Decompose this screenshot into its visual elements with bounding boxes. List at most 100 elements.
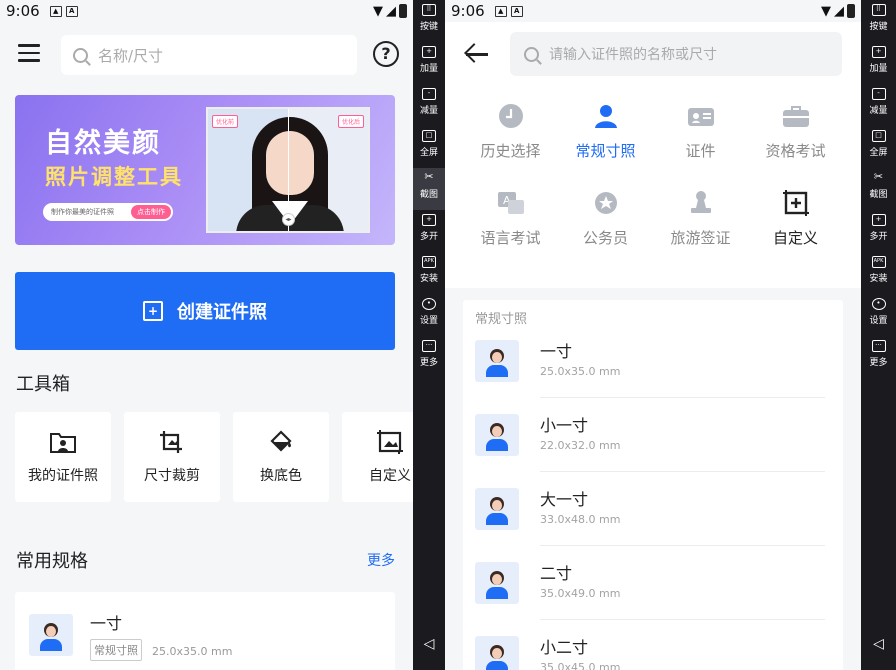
help-icon[interactable]: ? xyxy=(373,41,399,67)
multi-window-icon: + xyxy=(422,214,436,226)
avatar xyxy=(475,340,519,382)
banner-cta-button[interactable]: 点击制作 xyxy=(131,205,171,219)
sidebar-button-volume-down[interactable]: - 减量 xyxy=(861,84,896,126)
item-name: 二寸 xyxy=(540,564,573,583)
scissors-icon: ✂ xyxy=(873,170,884,183)
sidebar-button-more[interactable]: ··· 更多 xyxy=(861,336,896,378)
category-regular[interactable]: 常规寸照 xyxy=(558,102,653,161)
volume-up-icon: + xyxy=(422,46,436,58)
sidebar-button-screenshot[interactable]: ✂ 截图 xyxy=(413,168,445,210)
category-qualification[interactable]: 资格考试 xyxy=(748,102,843,161)
sidebar-button-fullscreen[interactable]: □ 全屏 xyxy=(413,126,445,168)
more-icon: ··· xyxy=(871,340,886,352)
banner-pill-text: 制作你最美的证件照 xyxy=(51,208,114,216)
tool-custom[interactable]: 自定义 xyxy=(342,412,413,502)
spec-tag: 常规寸照 xyxy=(90,639,142,661)
item-size: 35.0x49.0 mm xyxy=(540,587,621,600)
promo-banner[interactable]: 自然美颜 照片调整工具 制作你最美的证件照 点击制作 ◂▸ 优化前 优化后 xyxy=(15,95,395,245)
category-visa[interactable]: 旅游签证 xyxy=(653,189,748,248)
sidebar-button-multi[interactable]: + 多开 xyxy=(861,210,896,252)
battery-icon xyxy=(399,4,407,18)
more-link[interactable]: 更多 xyxy=(367,550,395,570)
signal-icon: ◢ xyxy=(386,3,396,19)
banner-title: 自然美颜 xyxy=(45,128,161,159)
item-name: 小一寸 xyxy=(540,416,589,435)
tag-after: 优化后 xyxy=(337,115,364,128)
avatar xyxy=(475,488,519,530)
toolbox-title: 工具箱 xyxy=(16,374,70,395)
status-time: 9:06 xyxy=(6,2,40,20)
top-bar: 名称/尺寸 ? xyxy=(0,34,413,76)
category-screen: 9:06 ▲ A ▼ ◢ 请输入证件照的名称或尺寸 历史选择 常规寸照 证件 资… xyxy=(445,0,861,670)
common-specs-title: 常用规格 xyxy=(16,551,88,572)
a-notification-icon: A xyxy=(65,5,78,17)
id-card-icon xyxy=(687,102,715,130)
sidebar-button-keys[interactable]: ⠿ 按键 xyxy=(413,0,445,42)
sidebar-button-volume-up[interactable]: + 加量 xyxy=(413,42,445,84)
keyboard-icon: ⠿ xyxy=(871,4,886,16)
tag-before: 优化前 xyxy=(212,115,239,128)
category-documents[interactable]: 证件 xyxy=(653,102,748,161)
apk-install-icon: APK xyxy=(422,256,436,268)
sidebar-button-volume-down[interactable]: - 减量 xyxy=(413,84,445,126)
category-language[interactable]: A 语言考试 xyxy=(463,189,558,248)
list-item[interactable]: 大一寸 33.0x48.0 mm xyxy=(475,472,825,546)
category-history[interactable]: 历史选择 xyxy=(463,102,558,161)
sidebar-button-multi[interactable]: + 多开 xyxy=(413,210,445,252)
wifi-icon: ▼ xyxy=(821,3,831,19)
menu-icon[interactable] xyxy=(18,44,40,62)
list-item[interactable]: 小一寸 22.0x32.0 mm xyxy=(475,398,825,472)
custom-frame-icon xyxy=(782,189,810,217)
search-icon xyxy=(73,47,88,63)
list-item[interactable]: 小二寸 35.0x45.0 mm xyxy=(475,620,825,670)
tool-my-photos[interactable]: 我的证件照 xyxy=(15,412,111,502)
sidebar-button-fullscreen[interactable]: □ 全屏 xyxy=(861,126,896,168)
create-button-label: 创建证件照 xyxy=(177,302,267,323)
briefcase-icon xyxy=(782,102,810,130)
avatar xyxy=(29,614,73,656)
sidebar-button-keys[interactable]: ⠿ 按键 xyxy=(861,0,896,42)
crop-icon xyxy=(158,429,186,455)
root: 9:06 ▲ A ▼ ◢ 名称/尺寸 ? 自然美颜 照片调整工具 制作你最美的证… xyxy=(0,0,896,670)
avatar xyxy=(475,414,519,456)
banner-pill: 制作你最美的证件照 点击制作 xyxy=(43,203,173,221)
list-item[interactable]: 二寸 35.0x49.0 mm xyxy=(475,546,825,620)
emulator-sidebar-right: ⠿ 按键 + 加量 - 减量 □ 全屏 ✂ 截图 + 多开 APK 安装 • 设置 ··· 更多 … xyxy=(861,0,896,670)
item-name: 一寸 xyxy=(540,342,573,361)
search-input[interactable]: 名称/尺寸 xyxy=(61,35,357,75)
back-arrow-icon[interactable] xyxy=(463,42,489,66)
back-triangle-icon[interactable]: ◁ xyxy=(861,636,896,652)
category-custom[interactable]: 自定义 xyxy=(748,189,843,248)
add-photo-icon: + xyxy=(143,301,163,321)
back-triangle-icon[interactable]: ◁ xyxy=(413,636,445,652)
a-notification-icon: A xyxy=(510,5,523,17)
sidebar-button-screenshot[interactable]: ✂ 截图 xyxy=(861,168,896,210)
item-size: 25.0x35.0 mm xyxy=(540,365,621,378)
search-placeholder: 名称/尺寸 xyxy=(98,46,164,65)
sidebar-button-more[interactable]: ··· 更多 xyxy=(413,336,445,378)
avatar xyxy=(475,636,519,670)
emulator-sidebar-left: ⠿ 按键 + 加量 - 减量 □ 全屏 ✂ 截图 + 多开 APK 安装 • 设置 ··· 更多 … xyxy=(413,0,445,670)
tool-label: 尺寸裁剪 xyxy=(144,468,200,484)
tool-crop[interactable]: 尺寸裁剪 xyxy=(124,412,220,502)
banner-photo: ◂▸ 优化前 优化后 xyxy=(206,107,370,233)
sidebar-button-volume-up[interactable]: + 加量 xyxy=(861,42,896,84)
sidebar-button-install[interactable]: APK 安装 xyxy=(861,252,896,294)
sidebar-button-settings[interactable]: • 设置 xyxy=(861,294,896,336)
search-input[interactable]: 请输入证件照的名称或尺寸 xyxy=(510,32,842,76)
more-icon: ··· xyxy=(422,340,436,352)
settings-icon: • xyxy=(871,298,886,310)
sidebar-button-install[interactable]: APK 安装 xyxy=(413,252,445,294)
item-name: 大一寸 xyxy=(540,490,589,509)
spec-card[interactable]: 一寸 常规寸照 25.0x35.0 mm xyxy=(15,592,395,670)
multi-window-icon: + xyxy=(871,214,886,226)
home-screen: 9:06 ▲ A ▼ ◢ 名称/尺寸 ? 自然美颜 照片调整工具 制作你最美的证… xyxy=(0,0,413,670)
create-id-photo-button[interactable]: + 创建证件照 xyxy=(15,272,395,350)
image-notification-icon: ▲ xyxy=(49,5,62,17)
sidebar-button-settings[interactable]: • 设置 xyxy=(413,294,445,336)
fullscreen-icon: □ xyxy=(871,130,886,142)
list-item[interactable]: 一寸 25.0x35.0 mm xyxy=(475,324,825,398)
category-civil-servant[interactable]: 公务员 xyxy=(558,189,653,248)
volume-down-icon: - xyxy=(871,88,886,100)
tool-change-background[interactable]: 换底色 xyxy=(233,412,329,502)
